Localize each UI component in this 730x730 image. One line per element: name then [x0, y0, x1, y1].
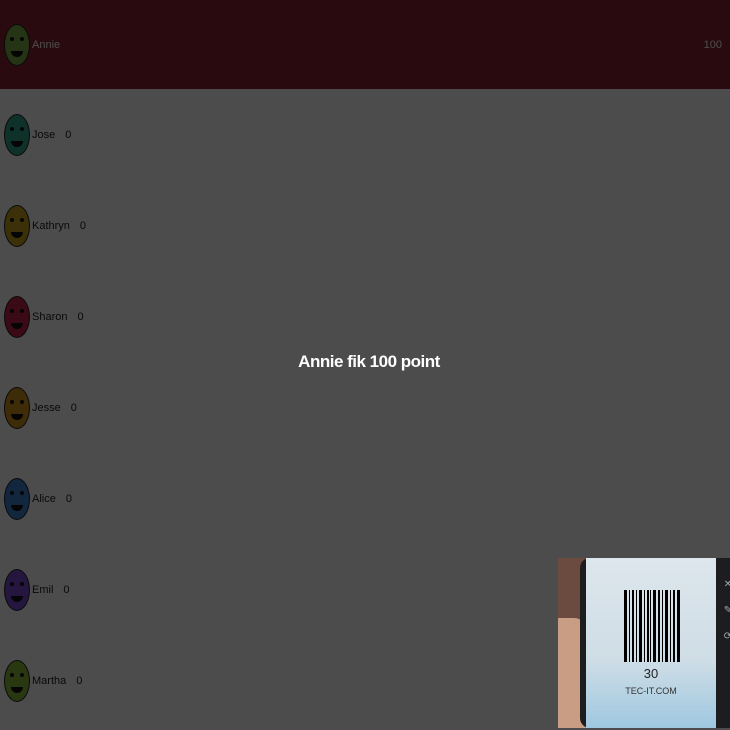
- barcode-site: TEC-IT.COM: [625, 686, 677, 696]
- score-toast-message: Annie fik 100 point: [298, 352, 440, 371]
- flashlight-icon[interactable]: ✎: [722, 598, 730, 624]
- phone-in-camera: 30 TEC-IT.COM ✕ ✎ ⟳: [580, 558, 730, 728]
- screen: Annie100Jose0Kathryn0Sharon0Jesse0Alice0…: [0, 0, 730, 730]
- close-icon[interactable]: ✕: [722, 572, 730, 598]
- barcode-icon: [624, 590, 680, 662]
- phone-screen: 30 TEC-IT.COM: [586, 558, 716, 728]
- barcode-number: 30: [643, 666, 659, 681]
- camera-side-icons: ✕ ✎ ⟳: [722, 572, 730, 650]
- camera-switch-icon[interactable]: ⟳: [722, 624, 730, 650]
- camera-preview: 30 TEC-IT.COM ✕ ✎ ⟳: [558, 558, 730, 728]
